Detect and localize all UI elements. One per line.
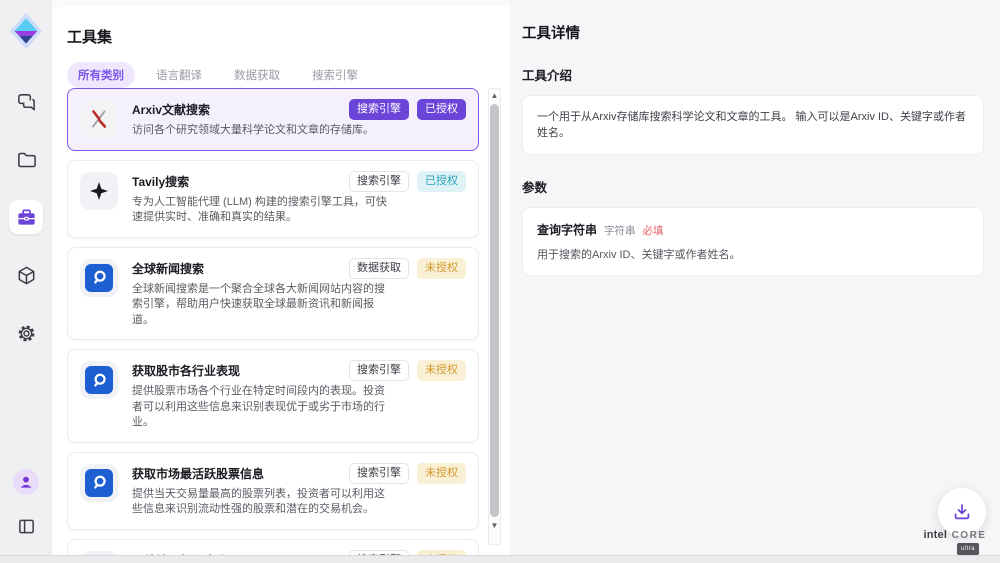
intel-wordmark: intel [924, 529, 948, 541]
tab-search-engine[interactable]: 搜索引擎 [301, 62, 369, 88]
category-tabs: 所有类别 语言翻译 数据获取 搜索引擎 [67, 62, 510, 88]
tab-data-fetch[interactable]: 数据获取 [223, 62, 291, 88]
category-badge: 搜索引擎 [349, 360, 409, 381]
parameter-header: 查询字符串 字符串 必填 [537, 221, 969, 238]
blue-magnifier-icon [80, 361, 118, 399]
tool-description: 全球新闻搜索是一个聚合全球各大新闻网站内容的搜索引擎，帮助用户快速获取全球最新资… [132, 282, 392, 329]
download-icon [951, 501, 973, 523]
detail-title: 工具详情 [522, 22, 984, 43]
scroll-up-arrow[interactable]: ▲ [489, 91, 500, 100]
sidebar-bottom [9, 469, 43, 543]
tool-description: 提供股票市场各个行业在特定时间段内的表现。投资者可以利用这些信息来识别表现优于或… [132, 384, 392, 431]
tool-description: 提供当天交易量最高的股票列表，投资者可以利用这些信息来识别流动性强的股票和潜在的… [132, 487, 392, 518]
auth-status-badge: 未授权 [417, 360, 466, 381]
blue-magnifier-icon [80, 464, 118, 502]
tool-card-global-news[interactable]: 全球新闻搜索 全球新闻搜索是一个聚合全球各大新闻网站内容的搜索引擎，帮助用户快速… [67, 247, 479, 341]
tool-list-header: 工具集 所有类别 语言翻译 数据获取 搜索引擎 [52, 6, 510, 88]
category-badge: 数据获取 [349, 258, 409, 279]
tool-detail-panel: 工具详情 工具介绍 一个用于从Arxiv存储库搜索科学论文和文章的工具。 输入可… [510, 0, 1000, 555]
tool-card-tavily[interactable]: Tavily搜索 专为人工智能代理 (LLM) 构建的搜索引擎工具，可快速提供实… [67, 160, 479, 238]
arxiv-x-icon [80, 100, 118, 138]
sidebar-nav [9, 84, 43, 350]
blue-magnifier-icon [80, 259, 118, 297]
user-icon [18, 474, 34, 490]
intro-text: 一个用于从Arxiv存储库搜索科学论文和文章的工具。 输入可以是Arxiv ID… [537, 109, 969, 141]
tool-badges: 搜索引擎 未授权 [349, 463, 466, 484]
tool-badges: 数据获取 未授权 [349, 258, 466, 279]
intel-core-logo: intel CORE ultra [922, 529, 988, 555]
tab-all-categories[interactable]: 所有类别 [67, 62, 135, 88]
cube-icon [16, 265, 37, 286]
auth-status-badge: 未授权 [417, 258, 466, 279]
app-logo-diamond-icon [9, 12, 43, 50]
tab-translation[interactable]: 语言翻译 [145, 62, 213, 88]
tool-badges: 搜索引擎 未授权 [349, 360, 466, 381]
sidebar-item-settings[interactable] [9, 316, 43, 350]
sidebar-item-models[interactable] [9, 258, 43, 292]
tool-card-regional-news[interactable]: 万维地区新闻查询 查询具体行政区划内的新闻，快速了解各地新闻动 搜索引擎 未授权 [67, 539, 479, 556]
sidebar-item-toolbox[interactable] [9, 200, 43, 234]
tool-badges: 搜索引擎 已授权 [349, 171, 466, 192]
tool-list-panel: 工具集 所有类别 语言翻译 数据获取 搜索引擎 Arxiv文献搜索 [52, 6, 510, 555]
auth-status-badge: 已授权 [417, 171, 466, 192]
tool-name: Arxiv文献搜索 [132, 101, 374, 118]
panel-toggle-icon [17, 517, 36, 536]
collapse-panel-button[interactable] [9, 509, 43, 543]
scrollbar-thumb[interactable] [490, 104, 499, 517]
toolbox-icon [16, 207, 37, 228]
page-title: 工具集 [67, 26, 510, 47]
tool-badges: 搜索引擎 已授权 [349, 99, 466, 120]
list-scrollbar[interactable]: ▲ ▼ [488, 88, 501, 545]
parameter-required-flag: 必填 [643, 223, 664, 238]
sparkle-star-icon [80, 172, 118, 210]
category-badge: 搜索引擎 [349, 463, 409, 484]
chat-icon [16, 91, 37, 112]
parameter-type: 字符串 [604, 223, 636, 238]
sidebar-item-files[interactable] [9, 142, 43, 176]
category-badge: 搜索引擎 [349, 99, 409, 120]
parameter-description: 用于搜索的Arxiv ID、关键字或作者姓名。 [537, 246, 969, 262]
tool-card-sector-performance[interactable]: 获取股市各行业表现 提供股票市场各个行业在特定时间段内的表现。投资者可以利用这些… [67, 349, 479, 443]
params-heading: 参数 [522, 177, 984, 196]
tool-card-active-stocks[interactable]: 获取市场最活跃股票信息 提供当天交易量最高的股票列表，投资者可以利用这些信息来识… [67, 452, 479, 530]
parameter-name: 查询字符串 [537, 221, 597, 238]
parameter-box: 查询字符串 字符串 必填 用于搜索的Arxiv ID、关键字或作者姓名。 [522, 207, 984, 276]
scroll-down-arrow[interactable]: ▼ [489, 521, 500, 530]
intro-box: 一个用于从Arxiv存储库搜索科学论文和文章的工具。 输入可以是Arxiv ID… [522, 95, 984, 155]
gear-icon [16, 323, 37, 344]
intro-heading: 工具介绍 [522, 65, 984, 84]
category-badge: 搜索引擎 [349, 171, 409, 192]
tool-description: 访问各个研究领域大量科学论文和文章的存储库。 [132, 123, 374, 139]
user-avatar[interactable] [13, 469, 39, 495]
core-wordmark: CORE [952, 530, 987, 541]
window-bottom-edge [0, 555, 1000, 563]
sidebar-item-chat[interactable] [9, 84, 43, 118]
tool-card-arxiv[interactable]: Arxiv文献搜索 访问各个研究领域大量科学论文和文章的存储库。 搜索引擎 已授… [67, 88, 479, 151]
tool-card-list: Arxiv文献搜索 访问各个研究领域大量科学论文和文章的存储库。 搜索引擎 已授… [67, 88, 479, 555]
folder-icon [16, 149, 37, 170]
tool-description: 专为人工智能代理 (LLM) 构建的搜索引擎工具，可快速提供实时、准确和真实的结… [132, 195, 392, 226]
app-window: 工具集 所有类别 语言翻译 数据获取 搜索引擎 Arxiv文献搜索 [0, 0, 1000, 563]
left-sidebar [0, 0, 52, 555]
auth-status-badge: 已授权 [417, 99, 466, 120]
ultra-badge: ultra [957, 543, 979, 555]
auth-status-badge: 未授权 [417, 463, 466, 484]
